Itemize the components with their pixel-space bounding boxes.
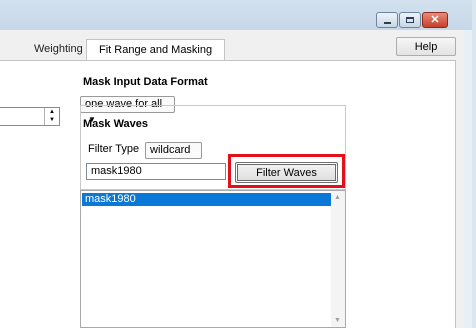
filter-type-dropdown[interactable]: wildcard ▼ — [145, 142, 202, 170]
filter-type-value: wildcard — [150, 144, 191, 156]
window-frame: ✕ Help Weighting Fit Range and Masking M… — [0, 0, 472, 328]
close-icon: ✕ — [430, 13, 440, 26]
tab-fit-range-and-masking[interactable]: Fit Range and Masking — [86, 39, 226, 60]
list-item[interactable]: mask1980 — [82, 193, 344, 206]
help-button[interactable]: Help — [396, 37, 456, 56]
title-bar[interactable]: ✕ — [0, 0, 472, 30]
numeric-stepper[interactable]: ▲ ▼ — [0, 107, 60, 126]
scroll-down-icon[interactable]: ▼ — [334, 317, 341, 324]
close-button[interactable]: ✕ — [422, 12, 448, 28]
highlight-box — [228, 154, 345, 188]
caption-buttons: ✕ — [376, 12, 448, 28]
minimize-button[interactable] — [376, 12, 398, 28]
tab-weighting[interactable]: Weighting — [34, 39, 83, 60]
minimize-icon — [383, 21, 391, 24]
mask-waves-list[interactable]: mask1980 ▲ ▼ — [80, 190, 346, 328]
filter-type-label: Filter Type — [88, 143, 140, 155]
stepper-arrows-icon[interactable]: ▲ ▼ — [44, 108, 59, 125]
mask-input-format-heading: Mask Input Data Format — [83, 76, 208, 88]
maximize-icon — [406, 17, 414, 23]
filter-text-input[interactable]: mask1980 — [86, 163, 226, 180]
list-scrollbar[interactable]: ▲ ▼ — [331, 191, 345, 327]
scroll-up-icon[interactable]: ▲ — [334, 194, 341, 201]
maximize-button[interactable] — [399, 12, 421, 28]
